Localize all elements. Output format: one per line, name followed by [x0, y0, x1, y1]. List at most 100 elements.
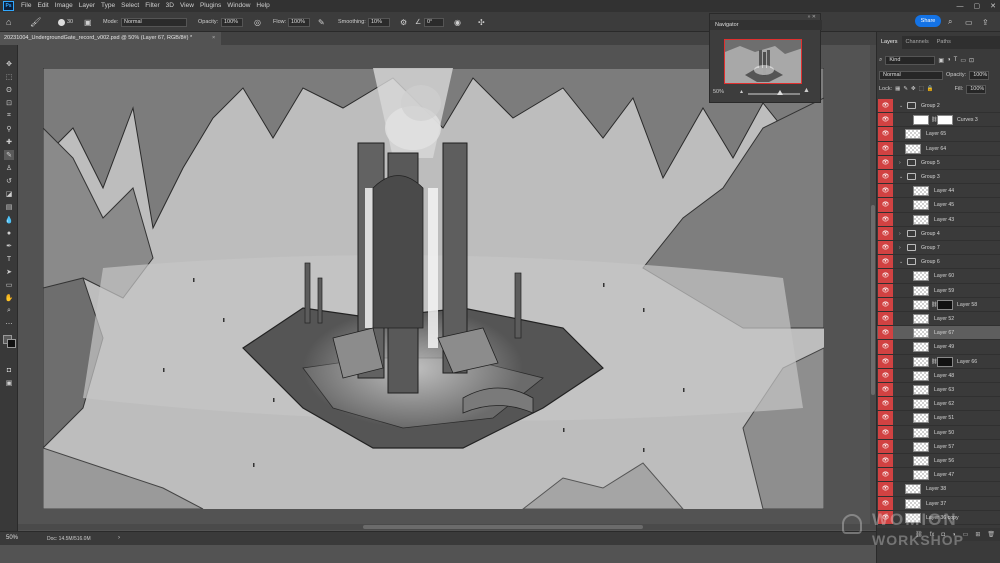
clone-stamp-tool-icon[interactable]: ♙ [4, 163, 14, 173]
lasso-tool-icon[interactable]: ʘ [4, 85, 14, 95]
visibility-eye-icon[interactable]: 👁 [878, 312, 893, 326]
pressure-size-icon[interactable]: ◉ [454, 12, 461, 32]
visibility-eye-icon[interactable]: 👁 [878, 454, 893, 468]
layer-row[interactable]: 👁 ⛓ Layer 66 [877, 354, 1000, 369]
blur-tool-icon[interactable]: 💧 [4, 215, 14, 225]
layer-row[interactable]: 👁 Layer 48 [877, 368, 1000, 383]
blend-mode-dropdown[interactable]: Normal [879, 70, 943, 80]
gradient-tool-icon[interactable]: ▤ [4, 202, 14, 212]
layer-row[interactable]: 👁 Layer 36 copy [877, 510, 1000, 525]
gear-icon[interactable]: ⚙ [400, 12, 407, 32]
menu-plugins[interactable]: Plugins [197, 0, 224, 12]
zoom-out-icon[interactable]: ▴ [740, 88, 743, 95]
visibility-eye-icon[interactable]: 👁 [878, 340, 893, 354]
document-canvas[interactable] [43, 68, 824, 509]
lock-position-icon[interactable]: ✥ [911, 86, 916, 92]
chevron-down-icon[interactable]: ⌄ [899, 255, 903, 269]
folder-icon[interactable]: ▭ [963, 531, 969, 538]
lock-all-icon[interactable]: 🔒 [927, 86, 934, 92]
smoothing-field[interactable]: 10% [368, 17, 390, 27]
tab-close-icon[interactable]: × [212, 32, 215, 45]
lock-artboard-icon[interactable]: ⬚ [919, 86, 924, 92]
healing-brush-tool-icon[interactable]: ✚ [4, 137, 14, 147]
pressure-opacity-icon[interactable]: ◎ [254, 12, 261, 32]
airbrush-icon[interactable]: ✎ [318, 12, 325, 32]
visibility-eye-icon[interactable]: 👁 [878, 141, 893, 155]
visibility-eye-icon[interactable]: 👁 [878, 425, 893, 439]
visibility-eye-icon[interactable]: 👁 [878, 383, 893, 397]
menu-file[interactable]: File [18, 0, 34, 12]
visibility-eye-icon[interactable]: 👁 [878, 99, 893, 113]
navigator-preview[interactable] [724, 39, 802, 84]
layer-row[interactable]: 👁 Layer 65 [877, 127, 1000, 142]
tab-paths[interactable]: Paths [933, 36, 955, 49]
angle-field[interactable]: 0° [424, 17, 444, 27]
menu-help[interactable]: Help [253, 0, 272, 12]
eyedropper-tool-icon[interactable]: ⚲ [4, 124, 14, 134]
navigator-zoom-slider[interactable] [748, 93, 800, 95]
layer-row[interactable]: 👁 Layer 38 [877, 482, 1000, 497]
link-icon[interactable]: ⛓ [915, 531, 923, 538]
layer-mask-thumbnail[interactable] [937, 115, 953, 126]
quick-mask-icon[interactable]: ◘ [4, 365, 14, 375]
screen-mode-icon[interactable]: ▣ [4, 378, 14, 388]
lock-transparent-icon[interactable]: ▦ [895, 86, 900, 92]
hand-tool-icon[interactable]: ✋ [4, 293, 14, 303]
horizontal-scroll-thumb[interactable] [363, 525, 643, 529]
menu-window[interactable]: Window [224, 0, 253, 12]
chevron-down-icon[interactable]: ⌄ [899, 99, 903, 113]
flow-field[interactable]: 100% [288, 17, 310, 27]
menu-image[interactable]: Image [52, 0, 76, 12]
layer-mask-thumbnail[interactable] [937, 356, 953, 367]
visibility-eye-icon[interactable]: 👁 [878, 283, 893, 297]
layer-row[interactable]: 👁 Layer 44 [877, 184, 1000, 199]
zoom-level[interactable]: 50% [6, 535, 18, 541]
visibility-eye-icon[interactable]: 👁 [878, 439, 893, 453]
mask-icon[interactable]: ◘ [941, 532, 945, 538]
chevron-right-icon[interactable]: › [899, 227, 901, 241]
tab-layers[interactable]: Layers [877, 36, 902, 49]
layer-row[interactable]: 👁 Layer 47 [877, 468, 1000, 483]
opacity-field[interactable]: 100% [221, 17, 243, 27]
layer-row[interactable]: 👁 Layer 62 [877, 397, 1000, 412]
filter-pixel-icon[interactable]: ▣ [938, 57, 944, 64]
layer-row[interactable]: 👁 Layer 43 [877, 212, 1000, 227]
tab-channels[interactable]: Channels [902, 36, 933, 49]
visibility-eye-icon[interactable]: 👁 [878, 411, 893, 425]
zoom-tool-icon[interactable]: ⌕ [4, 306, 14, 316]
filter-smart-icon[interactable]: ⊡ [969, 57, 974, 64]
pen-tool-icon[interactable]: ✒ [4, 241, 14, 251]
layer-row[interactable]: 👁 ⛓ Layer 58 [877, 297, 1000, 312]
navigator-zoom-knob[interactable] [777, 90, 783, 95]
layer-row[interactable]: 👁 ⛓ Curves 3 [877, 113, 1000, 128]
status-menu-arrow-icon[interactable]: › [118, 535, 120, 541]
brush-preset-picker[interactable]: 30 [58, 12, 73, 32]
eraser-tool-icon[interactable]: ◪ [4, 189, 14, 199]
layer-row[interactable]: 👁 Layer 57 [877, 439, 1000, 454]
layer-row[interactable]: 👁 › Group 4 [877, 226, 1000, 241]
visibility-eye-icon[interactable]: 👁 [878, 127, 893, 141]
more-tools-icon[interactable]: ⋯ [4, 319, 14, 329]
visibility-eye-icon[interactable]: 👁 [878, 368, 893, 382]
chevron-right-icon[interactable]: › [899, 241, 901, 255]
visibility-eye-icon[interactable]: 👁 [878, 241, 893, 255]
visibility-eye-icon[interactable]: 👁 [878, 212, 893, 226]
share-arrow-icon[interactable]: ⇪ [982, 12, 989, 32]
new-layer-icon[interactable]: ⊞ [975, 531, 980, 538]
menu-edit[interactable]: Edit [34, 0, 51, 12]
layer-mask-thumbnail[interactable] [937, 299, 953, 310]
layer-row[interactable]: 👁 Layer 59 [877, 283, 1000, 298]
history-brush-tool-icon[interactable]: ↺ [4, 176, 14, 186]
visibility-eye-icon[interactable]: 👁 [878, 468, 893, 482]
fx-icon[interactable]: fx [930, 532, 935, 538]
layer-row[interactable]: 👁 Layer 51 [877, 411, 1000, 426]
fill-field[interactable]: 100% [966, 84, 987, 94]
close-button[interactable]: ✕ [990, 2, 996, 10]
visibility-eye-icon[interactable]: 👁 [878, 269, 893, 283]
visibility-eye-icon[interactable]: 👁 [878, 184, 893, 198]
layer-row[interactable]: 👁 Layer 49 [877, 340, 1000, 355]
marquee-tool-icon[interactable]: ⬚ [4, 72, 14, 82]
layer-row[interactable]: 👁 Layer 52 [877, 312, 1000, 327]
vertical-scroll-thumb[interactable] [871, 205, 875, 395]
layer-row[interactable]: 👁 Layer 63 [877, 383, 1000, 398]
